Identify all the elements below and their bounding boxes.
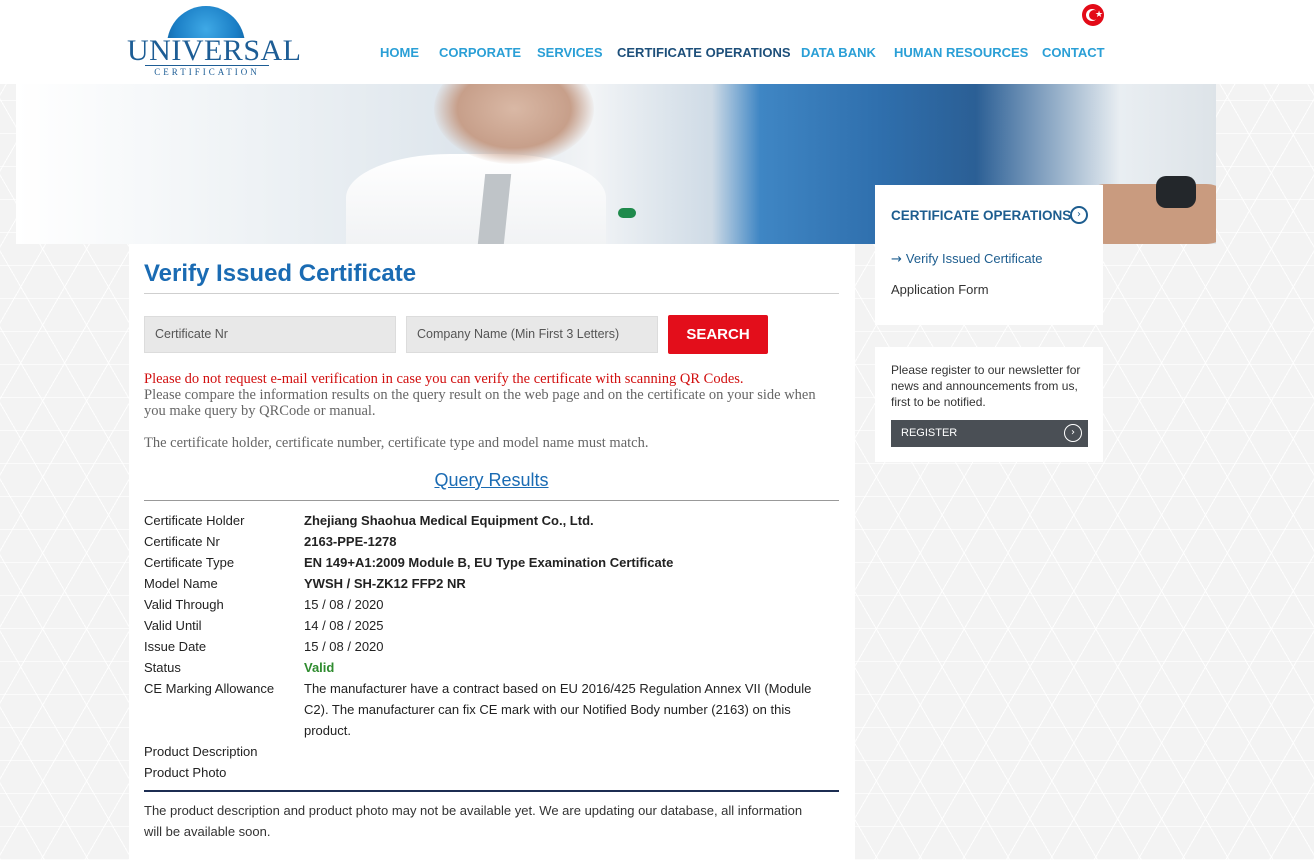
sidebar-item-application-form[interactable]: Application Form — [891, 282, 989, 297]
divider — [144, 293, 839, 294]
issue-date-value: 15 / 08 / 2020 — [304, 639, 384, 654]
model-name-value: YWSH / SH-ZK12 FFP2 NR — [304, 576, 466, 591]
sidebar-item-verify[interactable]: → Verify Issued Certificate — [891, 251, 1042, 267]
table-row: Status Valid — [144, 657, 839, 678]
certificate-nr-input[interactable]: Certificate Nr — [144, 316, 396, 353]
row-label: Product Description — [144, 744, 258, 759]
row-label: Certificate Nr — [144, 534, 220, 549]
product-photo-value — [304, 762, 839, 783]
sidebar-title[interactable]: CERTIFICATE OPERATIONS — [891, 208, 1071, 223]
nav-corporate[interactable]: CORPORATE — [439, 45, 521, 60]
divider — [144, 500, 839, 501]
row-label: Issue Date — [144, 639, 207, 654]
certificate-type-value: EN 149+A1:2009 Module B, EU Type Examina… — [304, 555, 674, 570]
nav-home[interactable]: HOME — [380, 45, 419, 60]
table-row: Certificate Nr 2163-PPE-1278 — [144, 531, 839, 552]
company-name-input[interactable]: Company Name (Min First 3 Letters) — [406, 316, 658, 353]
database-notice: The product description and product phot… — [144, 803, 803, 839]
nav-contact[interactable]: CONTACT — [1042, 45, 1105, 60]
row-label: Status — [144, 660, 181, 675]
query-results-title: Query Results — [434, 470, 549, 490]
main-content: Verify Issued Certificate Certificate Nr… — [129, 244, 855, 860]
certificate-holder-value: Zhejiang Shaohua Medical Equipment Co., … — [304, 513, 594, 528]
row-label: Valid Until — [144, 618, 202, 633]
globe-icon — [167, 4, 245, 38]
turkish-flag-icon[interactable]: ★ — [1082, 4, 1104, 26]
main-nav: HOME CORPORATE SERVICES CERTIFICATE OPER… — [0, 45, 1314, 61]
chevron-right-icon[interactable]: › — [1070, 206, 1088, 224]
match-notice: The certificate holder, certificate numb… — [144, 435, 649, 451]
row-label: Certificate Type — [144, 555, 235, 570]
site-header: UNIVERSAL CERTIFICATION ★ HOME CORPORATE… — [0, 0, 1314, 84]
register-button[interactable]: REGISTER › — [891, 420, 1088, 447]
table-row: Valid Until 14 / 08 / 2025 — [144, 615, 839, 636]
table-row: Certificate Holder Zhejiang Shaohua Medic… — [144, 510, 839, 531]
row-label: Valid Through — [144, 597, 224, 612]
table-row: Issue Date 15 / 08 / 2020 — [144, 636, 839, 657]
certificate-nr-value: 2163-PPE-1278 — [304, 534, 397, 549]
product-description-value — [304, 741, 839, 762]
logo-tagline: CERTIFICATION — [145, 65, 269, 77]
table-row: Certificate Type EN 149+A1:2009 Module B,… — [144, 552, 839, 573]
sidebar-menu: CERTIFICATE OPERATIONS › → Verify Issued … — [875, 185, 1103, 325]
status-badge: Valid — [304, 660, 335, 675]
valid-until-value: 14 / 08 / 2025 — [304, 618, 384, 633]
arrow-right-icon: → — [891, 252, 902, 267]
nav-services[interactable]: SERVICES — [537, 45, 603, 60]
chevron-right-icon: › — [1064, 424, 1082, 442]
sidebar-item-label: Verify Issued Certificate — [905, 251, 1043, 266]
search-button[interactable]: SEARCH — [668, 315, 768, 354]
nav-certificate-operations[interactable]: CERTIFICATE OPERATIONS — [617, 45, 791, 60]
row-label: CE Marking Allowance — [144, 681, 275, 696]
newsletter-text: Please register to our newsletter for ne… — [891, 363, 1081, 409]
qr-notice: Please do not request e-mail verificatio… — [144, 371, 744, 387]
ce-marking-value: The manufacturer have a contract based o… — [304, 681, 812, 738]
table-row: Model Name YWSH / SH-ZK12 FFP2 NR — [144, 573, 839, 594]
nav-data-bank[interactable]: DATA BANK — [801, 45, 876, 60]
row-label: Certificate Holder — [144, 513, 245, 528]
nav-human-resources[interactable]: HUMAN RESOURCES — [894, 45, 1028, 60]
compare-notice: Please compare the information results o… — [144, 387, 816, 419]
page-title: Verify Issued Certificate — [144, 260, 417, 287]
row-label: Model Name — [144, 576, 218, 591]
table-row: Product Description — [144, 741, 839, 762]
results-table: Certificate Holder Zhejiang Shaohua Medic… — [144, 510, 839, 783]
register-label: REGISTER — [901, 427, 958, 439]
table-row: Valid Through 15 / 08 / 2020 — [144, 594, 839, 615]
table-row: CE Marking Allowance The manufacturer hav… — [144, 678, 839, 741]
row-label: Product Photo — [144, 765, 227, 780]
universal-logo[interactable]: UNIVERSAL CERTIFICATION — [127, 4, 301, 77]
divider — [144, 790, 839, 792]
valid-through-value: 15 / 08 / 2020 — [304, 597, 384, 612]
newsletter-box: Please register to our newsletter for ne… — [875, 347, 1103, 462]
table-row: Product Photo — [144, 762, 839, 783]
